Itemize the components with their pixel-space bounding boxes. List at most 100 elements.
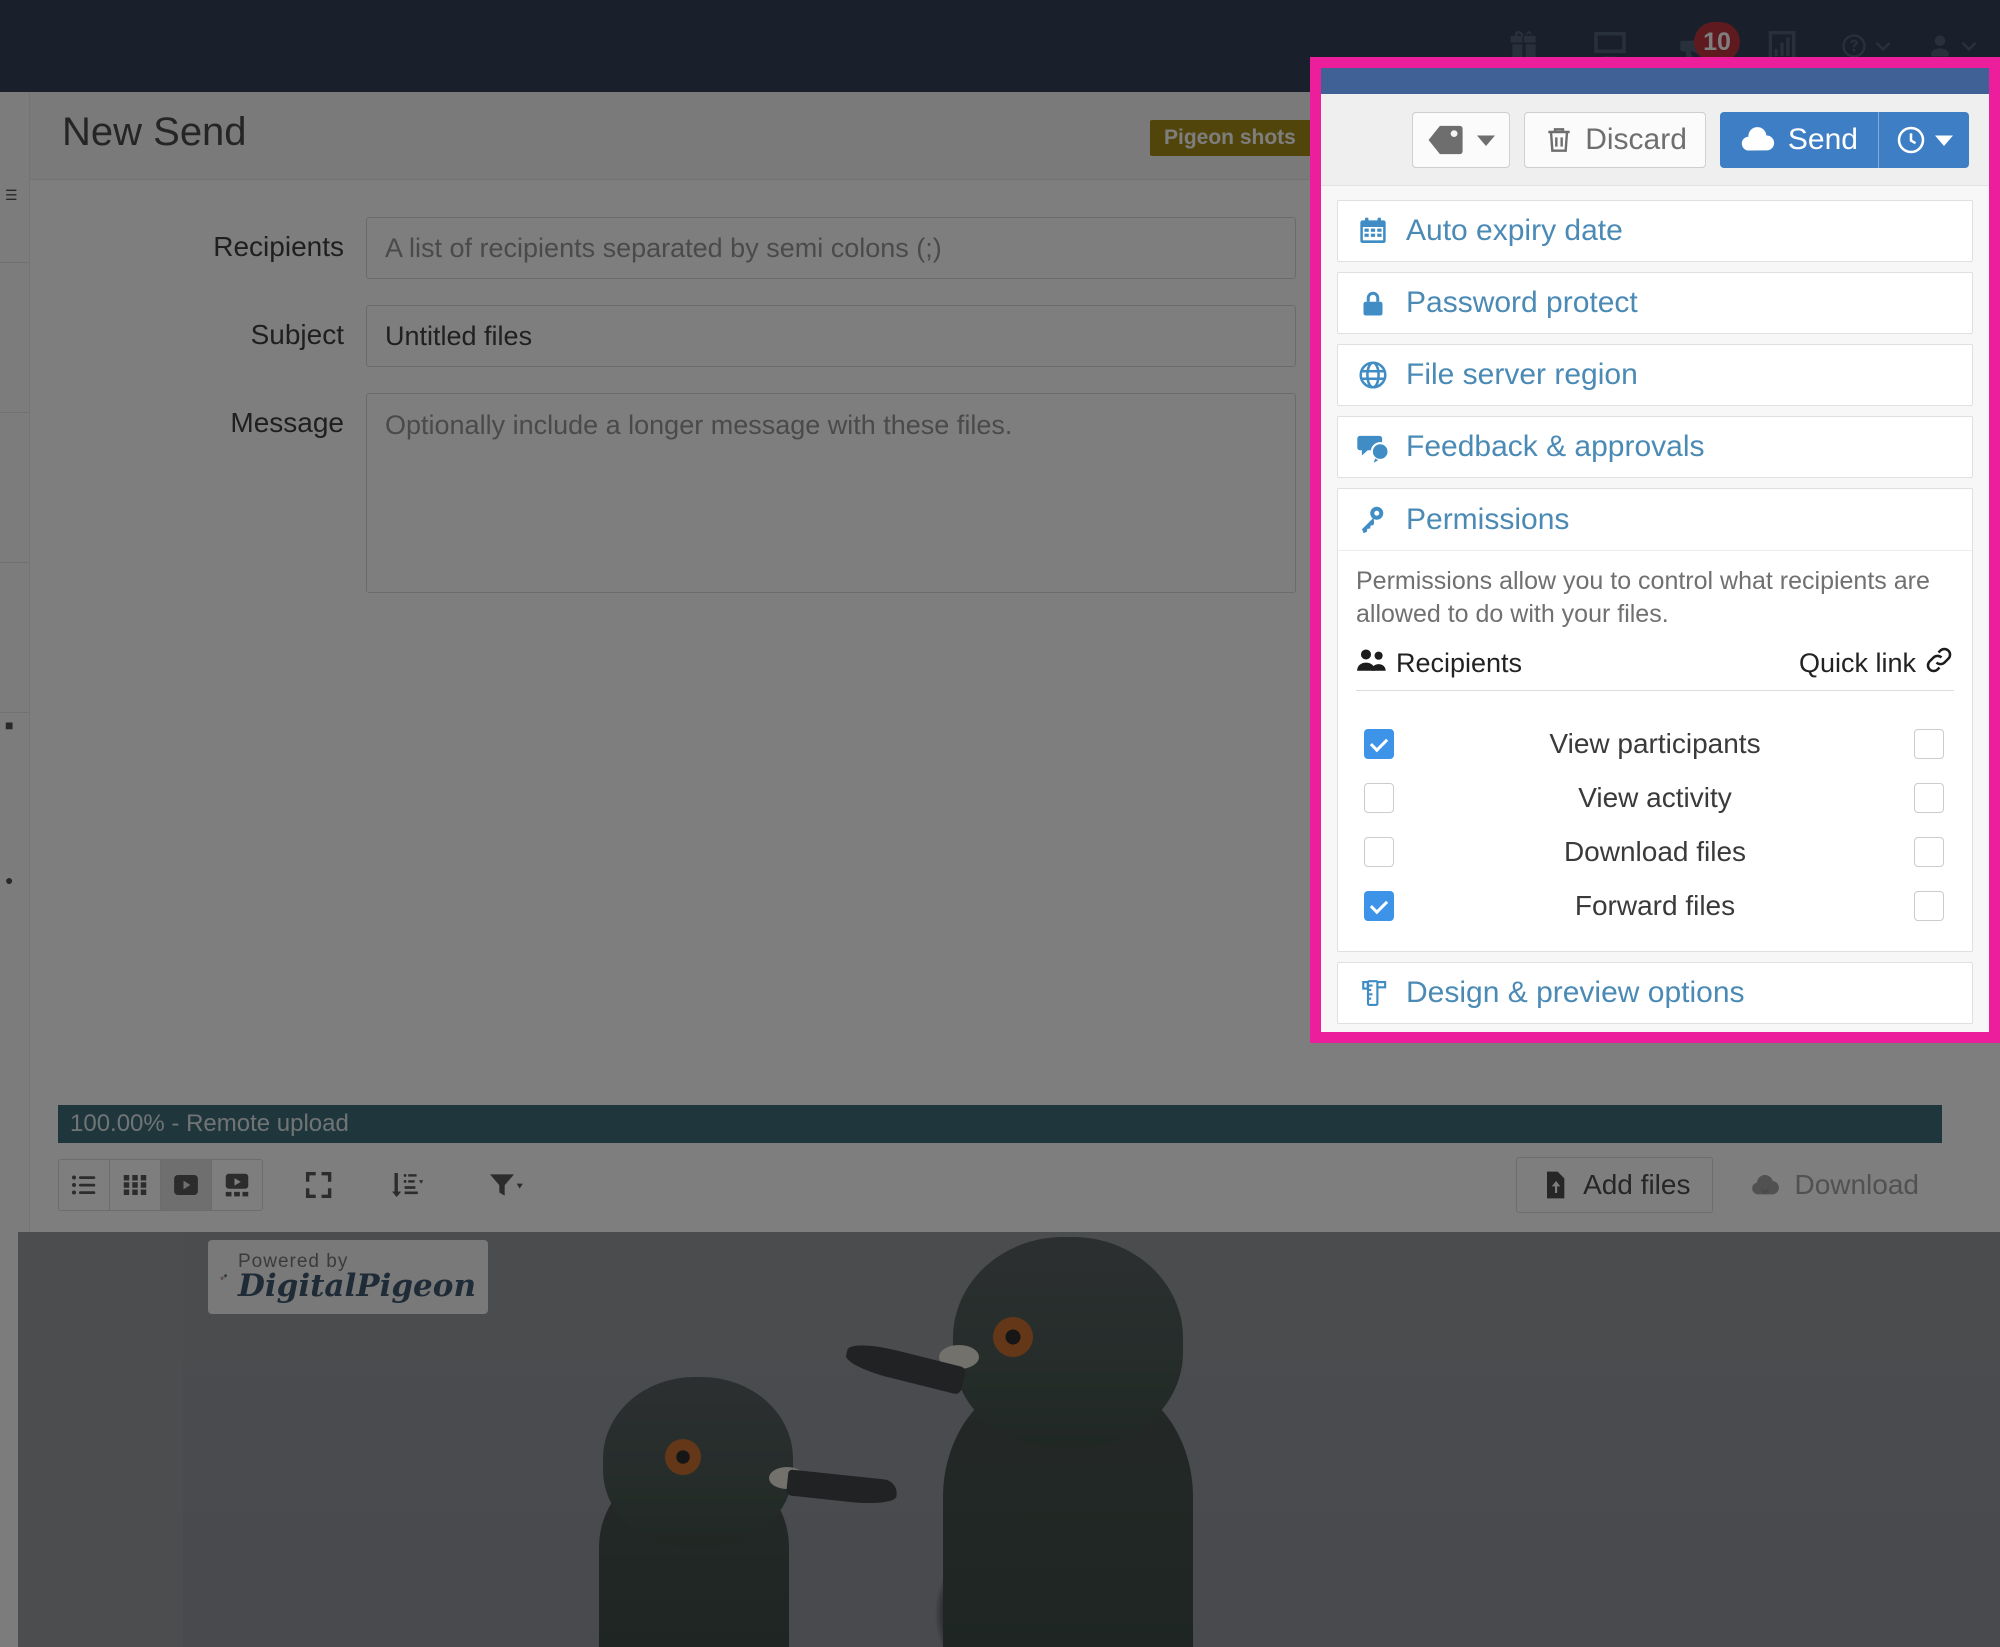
option-label: Design & preview options [1406,976,1745,1009]
panel-top-strip [1321,68,1989,94]
playlist-view-button[interactable] [211,1159,263,1211]
player-view-button[interactable] [160,1159,212,1211]
tag-label: Pigeon shots [1164,126,1296,149]
option-label: Feedback & approvals [1406,430,1705,463]
add-files-label: Add files [1583,1169,1691,1200]
calendar-icon [1356,215,1390,247]
permission-row-view-activity: View activity [1356,771,1954,825]
file-toolbar: Add files Download [58,1147,1942,1223]
checkbox-quicklink-forward-files[interactable] [1914,891,1944,921]
download-button[interactable]: Download [1725,1157,1942,1213]
clock-icon [1897,126,1925,153]
ruler-icon [1356,977,1390,1009]
key-icon [1356,504,1390,536]
view-mode-group [58,1159,263,1211]
permissions-description: Permissions allow you to control what re… [1356,567,1930,628]
chevron-down-icon [1956,33,1982,59]
permission-row-forward-files: Forward files [1356,879,1954,933]
lock-icon [1356,287,1390,319]
option-feedback-approvals[interactable]: Feedback & approvals [1337,416,1973,478]
product-name: DigitalPigeon [238,1268,476,1304]
permission-label: View participants [1549,728,1761,759]
option-design-preview[interactable]: Design & preview options [1337,962,1973,1024]
checkbox-recipients-view-participants[interactable] [1364,729,1394,759]
tag-icon [1428,125,1463,154]
checkbox-recipients-forward-files[interactable] [1364,891,1394,921]
link-icon [1924,645,1954,682]
permission-label: Forward files [1574,890,1736,921]
download-label: Download [1794,1169,1919,1200]
pigeon-right [843,1232,1273,1647]
subject-label: Subject [250,319,344,350]
caret-down-icon [1477,135,1496,146]
powered-by-badge: Powered by DigitalPigeon [208,1240,488,1314]
rail-icon[interactable]: ■ [5,717,19,733]
column-quick-link-label: Quick link [1798,648,1916,678]
tags-dropdown-button[interactable] [1412,111,1511,168]
recipients-checkbox-cell [1356,837,1428,867]
panel-body: Auto expiry date Password protect File s… [1321,186,1989,1040]
recipients-checkbox-cell [1356,783,1428,813]
grid-view-button[interactable] [109,1159,161,1211]
recipients-input[interactable]: A list of recipients separated by semi c… [366,217,1296,279]
checkbox-recipients-download-files[interactable] [1364,837,1394,867]
send-button[interactable]: Send [1720,112,1878,168]
option-password-protect[interactable]: Password protect [1337,272,1973,334]
recipients-checkbox-cell [1356,891,1428,921]
permissions-body: Permissions allow you to control what re… [1338,551,1972,951]
quicklink-checkbox-cell [1882,891,1954,921]
filter-button[interactable] [479,1159,533,1211]
permissions-column-headers: Recipients Quick link [1356,645,1954,691]
rail-icon[interactable]: ☰ [5,187,19,203]
send-options-panel: Discard Send Auto expiry date Password p… [1310,57,2000,1043]
option-file-server-region[interactable]: File server region [1337,344,1973,406]
recipients-checkbox-cell [1356,729,1428,759]
chevron-down-icon [1870,33,1896,59]
message-label: Message [230,407,344,438]
permission-row-view-participants: View participants [1356,717,1954,771]
permissions-card: Permissions Permissions allow you to con… [1337,488,1973,952]
permission-label: Download files [1563,836,1747,867]
checkbox-quicklink-view-participants[interactable] [1914,729,1944,759]
message-textarea[interactable]: Optionally include a longer message with… [366,393,1296,593]
permissions-header[interactable]: Permissions [1338,489,1972,551]
globe-icon [1356,359,1390,391]
subject-input[interactable]: Untitled files [366,305,1296,367]
comments-icon [1356,431,1390,463]
pigeon-logo-icon [220,1274,228,1280]
quicklink-checkbox-cell [1882,729,1954,759]
cloud-upload-icon [1741,126,1775,151]
panel-action-bar: Discard Send [1321,94,1989,186]
checkbox-quicklink-view-activity[interactable] [1914,783,1944,813]
discard-label: Discard [1585,122,1687,156]
permissions-title: Permissions [1406,502,1570,536]
checkbox-quicklink-download-files[interactable] [1914,837,1944,867]
fullscreen-button[interactable] [293,1159,345,1211]
sort-button[interactable] [381,1159,433,1211]
permission-label: View activity [1578,782,1732,813]
discard-button[interactable]: Discard [1524,111,1706,168]
pigeon-left [573,1317,903,1647]
send-label: Send [1787,122,1858,156]
list-view-button[interactable] [58,1159,110,1211]
rail-icon[interactable]: ● [5,872,19,888]
column-recipients: Recipients [1356,648,1522,679]
caret-down-icon [1935,135,1953,146]
checkbox-recipients-view-activity[interactable] [1364,783,1394,813]
upload-progress-bar: 100.00% - Remote upload [58,1105,1942,1143]
permission-row-download-files: Download files [1356,825,1954,879]
recipients-label: Recipients [213,231,344,262]
schedule-send-dropdown[interactable] [1878,111,1969,168]
option-label: Password protect [1406,286,1638,319]
add-files-button[interactable]: Add files [1516,1157,1714,1213]
users-icon [1356,648,1388,679]
option-label: Auto expiry date [1406,214,1623,247]
send-button-group: Send [1719,111,1969,168]
column-recipients-label: Recipients [1396,648,1523,678]
file-preview-area: Powered by DigitalPigeon [18,1232,2000,1647]
column-quick-link[interactable]: Quick link [1799,645,1954,682]
permissions-rows: View participants View activity Download… [1356,717,1954,933]
quicklink-checkbox-cell [1882,783,1954,813]
upload-progress-text: 100.00% - Remote upload [70,1110,349,1137]
option-auto-expiry-date[interactable]: Auto expiry date [1337,200,1973,262]
